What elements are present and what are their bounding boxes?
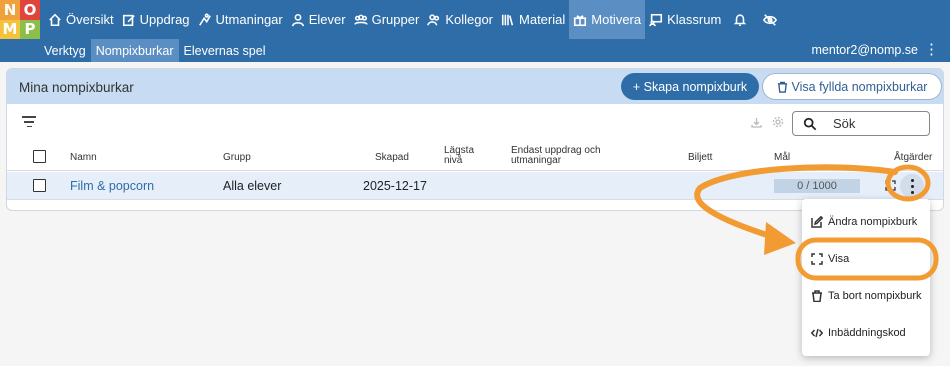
main-nav: Översikt Uppdrag Utmaningar Elever Grupp… <box>44 0 785 39</box>
sub-navigation-bar: Verktyg Nompixburkar Elevernas spel ment… <box>0 39 950 62</box>
row-actions-menu: Ändra nompixburk Visa Ta bort nompixburk… <box>802 199 930 356</box>
table-header: Namn Grupp Skapad Lägsta nivå Endast upp… <box>7 143 943 171</box>
trash-icon <box>777 81 787 93</box>
nav-label: Elever <box>308 12 346 27</box>
nav-label: Kollegor <box>445 12 494 27</box>
climb-icon <box>198 13 211 26</box>
nav-label: Motivera <box>591 12 642 27</box>
card-title: Mina nompixburkar <box>19 80 134 95</box>
logo-letter-m: M <box>0 19 20 39</box>
search-icon <box>803 117 817 130</box>
notifications-button[interactable] <box>725 0 755 39</box>
header-ticket[interactable]: Biljett <box>688 152 712 163</box>
nav-label: Översikt <box>66 12 114 27</box>
header-created[interactable]: Skapad <box>375 152 409 163</box>
menu-item-edit[interactable]: Ändra nompixburk <box>802 203 930 240</box>
nomp-logo[interactable]: N O M P <box>0 0 40 39</box>
subnav-item-verktyg[interactable]: Verktyg <box>39 39 91 62</box>
eye-off-icon <box>763 13 778 26</box>
row-actions-menu-button[interactable] <box>900 174 924 198</box>
nav-item-uppdrag[interactable]: Uppdrag <box>118 0 194 39</box>
subnav-item-elevernas-spel[interactable]: Elevernas spel <box>179 39 271 62</box>
nav-label: Klassrum <box>667 12 722 27</box>
search-placeholder: Sök <box>833 116 856 131</box>
row-checkbox[interactable] <box>33 179 46 192</box>
goal-progress-bar: 0 / 1000 <box>774 179 860 193</box>
nav-item-grupper[interactable]: Grupper <box>350 0 424 39</box>
fullscreen-icon <box>811 252 823 265</box>
nompixburkar-card: Mina nompixburkar + Skapa nompixburk Vis… <box>6 68 944 211</box>
header-name[interactable]: Namn <box>70 152 97 163</box>
person-icon <box>291 13 304 26</box>
user-menu-icon[interactable]: ⋮ <box>924 42 939 58</box>
row-name-link[interactable]: Film & popcorn <box>70 179 154 193</box>
nav-item-material[interactable]: Material <box>497 0 569 39</box>
annotation-arrow-head <box>764 222 796 255</box>
search-field[interactable]: Sök <box>792 111 930 136</box>
row-group: Alla elever <box>223 179 282 193</box>
show-filled-button[interactable]: Visa fyllda nompixburkar <box>762 73 942 100</box>
edit-icon <box>122 14 135 26</box>
nav-label: Uppdrag <box>139 12 190 27</box>
logo-letter-p: P <box>20 19 40 39</box>
colleagues-icon <box>427 13 440 26</box>
gear-icon[interactable] <box>772 116 784 128</box>
download-icon[interactable] <box>751 117 762 128</box>
nav-label: Grupper <box>371 12 420 27</box>
nav-item-kollegor[interactable]: Kollegor <box>423 0 497 39</box>
menu-item-delete[interactable]: Ta bort nompixburk <box>802 277 930 314</box>
subnav-item-nompixburkar[interactable]: Nompixburkar <box>90 39 179 62</box>
code-icon <box>811 328 823 337</box>
header-goal[interactable]: Mål <box>774 152 790 163</box>
nav-item-utmaningar[interactable]: Utmaningar <box>194 0 287 39</box>
card-header: Mina nompixburkar + Skapa nompixburk Vis… <box>7 69 943 104</box>
sub-nav: Verktyg Nompixburkar Elevernas spel <box>39 39 271 62</box>
people-icon <box>353 14 368 25</box>
hide-button[interactable] <box>755 0 785 39</box>
logo-letter-n: N <box>0 0 20 20</box>
nav-item-oversikt[interactable]: Översikt <box>44 0 118 39</box>
nav-item-motivera[interactable]: Motivera <box>569 0 646 39</box>
gift-icon <box>574 14 587 26</box>
logo-letter-o: O <box>20 0 40 20</box>
select-all-checkbox[interactable] <box>33 150 46 163</box>
home-icon <box>49 13 61 26</box>
fullscreen-icon[interactable] <box>885 180 896 191</box>
classroom-icon <box>649 13 663 26</box>
filter-icon[interactable] <box>22 116 36 128</box>
bell-icon <box>734 13 747 26</box>
show-filled-label: Visa fyllda nompixburkar <box>791 79 928 94</box>
library-icon <box>501 14 514 25</box>
menu-label: Ta bort nompixburk <box>828 289 922 302</box>
create-nompixburk-button[interactable]: + Skapa nompixburk <box>621 73 759 100</box>
top-navigation-bar: N O M P Översikt Uppdrag Utmaningar Elev… <box>0 0 950 39</box>
header-actions: Åtgärder <box>894 152 933 163</box>
edit-icon <box>811 215 823 228</box>
nav-label: Material <box>519 12 566 27</box>
user-email[interactable]: mentor2@nomp.se <box>812 43 919 57</box>
menu-label: Ändra nompixburk <box>828 215 918 228</box>
header-lowest-level[interactable]: Lägsta nivå <box>444 146 484 166</box>
header-only-missions[interactable]: Endast uppdrag och utmaningar <box>511 146 621 166</box>
menu-label: Visa <box>828 252 850 265</box>
menu-label: Inbäddningskod <box>828 326 906 339</box>
nav-item-elever[interactable]: Elever <box>287 0 350 39</box>
nav-label: Utmaningar <box>215 12 283 27</box>
row-created: 2025-12-17 <box>363 179 427 193</box>
table-row[interactable]: Film & popcorn Alla elever 2025-12-17 0 … <box>7 172 943 200</box>
header-group[interactable]: Grupp <box>223 152 251 163</box>
trash-icon <box>812 289 822 302</box>
kebab-icon <box>910 177 914 195</box>
menu-item-embed-code[interactable]: Inbäddningskod <box>802 314 930 351</box>
menu-item-visa[interactable]: Visa <box>802 240 930 277</box>
nav-item-klassrum[interactable]: Klassrum <box>645 0 725 39</box>
